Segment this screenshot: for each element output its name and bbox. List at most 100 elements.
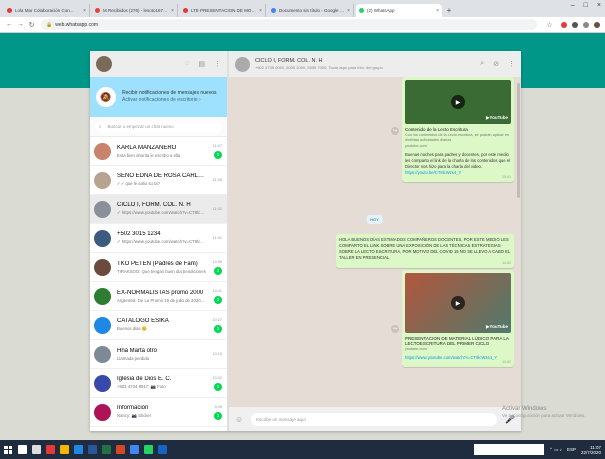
unread-badge: 1 [214, 382, 222, 391]
chat-list-item[interactable]: +502 3015 1234 ✓ https://www.youtube.com/… [90, 224, 227, 253]
avatar[interactable] [94, 229, 111, 247]
browser-tab[interactable]: Lola Mar Colaboración Con... × [4, 4, 90, 17]
chat-list-item[interactable]: KARLA MANZANERO Esta bien ahorita le escr… [90, 137, 227, 166]
avatar[interactable] [94, 316, 111, 334]
close-tab-icon[interactable]: × [83, 8, 86, 14]
message-bubble[interactable]: HOLA BUENOS DÍAS ESTIMADOS COMPAÑEROS DO… [336, 234, 514, 268]
avatar[interactable] [94, 345, 111, 363]
notification-banner[interactable]: 🔕 Recibir notificaciones de mensajes nue… [90, 77, 227, 117]
chat-time: 10:41 [212, 288, 222, 293]
avatar[interactable] [96, 56, 112, 72]
browser-tab[interactable]: Documento sin título - Google Docs × [268, 4, 354, 17]
word-icon[interactable] [88, 445, 97, 454]
menu-icon[interactable]: ⋮ [214, 60, 221, 68]
app-icon[interactable] [74, 445, 83, 454]
chat-list-item[interactable]: Iglesia de Dios E. C. +502 4734 8917: 📷 F… [90, 369, 227, 398]
search-placeholder: Buscar o empezar un chat nuevo [107, 124, 174, 129]
file-explorer-icon[interactable] [60, 445, 69, 454]
message-bubble-card[interactable]: ▶ ▶YouTube Contenido de la Lecto Escritu… [402, 77, 514, 182]
windows-start-icon[interactable] [4, 445, 12, 454]
status-icon[interactable]: ◌ [185, 60, 189, 68]
forward-icon[interactable]: ↪ [391, 325, 399, 333]
menu-icon[interactable]: ⋮ [508, 60, 515, 68]
extension-icon[interactable] [572, 21, 578, 28]
task-view-icon[interactable] [32, 445, 41, 454]
browser-tab[interactable]: LTE PRESENTACION DE MODE... × [180, 4, 266, 17]
chat-list-item[interactable]: Información Nancy: 📷 Sticker 9:49 1 [90, 398, 227, 427]
play-icon: ▶ [451, 296, 465, 310]
back-icon[interactable]: ← [5, 21, 14, 28]
address-bar[interactable]: 🔒 web.whatsapp.com [41, 19, 537, 30]
avatar[interactable] [94, 403, 111, 421]
minimize-button[interactable]: – [571, 2, 575, 9]
language-indicator[interactable]: ESP [567, 447, 576, 452]
close-tab-icon[interactable]: × [436, 8, 439, 14]
bell-off-icon: 🔕 [96, 87, 116, 107]
excel-icon[interactable] [102, 445, 111, 454]
chat-list-item[interactable]: SEÑO EDNA DE ROSA CARLOTA ✓✓ que le salio… [90, 166, 227, 195]
reload-icon[interactable]: ↻ [27, 21, 36, 29]
new-chat-icon[interactable]: ▤ [198, 60, 205, 68]
card-title: PRESENTACION DE MATERIAL LÚDICO PARA LA … [405, 336, 509, 346]
chat-list-item[interactable]: CICLO I, FORM. COL. N. H ✓ https://www.yo… [90, 195, 227, 224]
chat-list-item[interactable]: Hna Marta otro Llamada perdida 10:15 [90, 340, 227, 369]
close-window-button[interactable]: × [597, 2, 601, 9]
chat-name: KARLA MANZANERO [117, 144, 177, 151]
avatar[interactable] [94, 287, 111, 305]
youtube-logo: ▶YouTube [485, 115, 508, 120]
star-icon[interactable]: ☆ [545, 21, 554, 29]
extension-icon[interactable] [561, 21, 567, 28]
chat-list-item[interactable]: TKO PETEN (Padres de Fam) TIRAKSOO: Que t… [90, 253, 227, 282]
search-icon[interactable] [18, 445, 27, 454]
chat-name: +502 3015 1234 [117, 231, 161, 237]
group-avatar[interactable] [235, 56, 250, 72]
message-input[interactable]: Escribe un mensaje aquí [251, 412, 498, 426]
avatar[interactable] [94, 142, 111, 160]
forward-icon[interactable]: → [16, 21, 25, 28]
address-bar-row: ← → ↻ 🔒 web.whatsapp.com ☆ [0, 17, 605, 33]
chat-list-item[interactable]: EX-NORMALISTAS promo 2000 Argentina: De L… [90, 282, 227, 311]
clock[interactable]: 11:07 22/7/2020 [581, 445, 601, 455]
message-bubble-card[interactable]: ▶ ▶YouTube PRESENTACION DE MATERIAL LÚDI… [402, 270, 514, 367]
chat-name: Información [117, 405, 149, 411]
taskbar-search-box[interactable] [474, 444, 545, 455]
app-icon[interactable] [158, 445, 167, 454]
avatar[interactable] [94, 258, 111, 276]
avatar[interactable] [94, 374, 111, 392]
attach-icon[interactable]: ⊘ [493, 60, 499, 68]
chat-name: SEÑO EDNA DE ROSA CARLOTA [117, 173, 208, 179]
avatar[interactable] [94, 200, 111, 218]
close-tab-icon[interactable]: × [259, 8, 262, 14]
chat-last-message: +502 4734 8917: 📷 Foto [117, 384, 166, 389]
browser-tab-active[interactable]: (2) WhatsApp × [356, 4, 442, 17]
whatsapp-icon[interactable] [144, 445, 153, 454]
conversation-header[interactable]: CICLO I, FORM. COL. N. H +502 4735 0000,… [228, 51, 521, 77]
scrollbar[interactable] [517, 83, 520, 198]
avatar[interactable] [94, 171, 111, 189]
new-tab-button[interactable]: + [444, 4, 454, 17]
notification-link[interactable]: Activar notificaciones de escritorio › [122, 97, 217, 104]
search-input[interactable]: ⌕ Buscar o empezar un chat nuevo [95, 120, 222, 133]
message-link[interactable]: https://www.youtube.com/watch?v=CT8lcWzs… [405, 355, 511, 360]
chat-list-item[interactable]: CATALOGO ESIKA Buenos dias 😊 10:27 1 [90, 311, 227, 340]
video-thumbnail[interactable]: ▶ ▶YouTube [405, 80, 511, 124]
close-tab-icon[interactable]: × [347, 8, 350, 14]
close-tab-icon[interactable]: × [171, 8, 174, 14]
powerpoint-icon[interactable] [116, 445, 125, 454]
chat-name: CATALOGO ESIKA [117, 318, 169, 324]
app-icon[interactable] [46, 445, 55, 454]
video-thumbnail[interactable]: ▶ ▶YouTube [405, 273, 511, 333]
chrome-icon[interactable] [130, 445, 139, 454]
search-icon[interactable]: ⌕ [480, 60, 484, 68]
tray-icons[interactable]: ⌃ ▭ ♪ [549, 447, 562, 453]
system-tray: ⌃ ▭ ♪ ESP 11:07 22/7/2020 [474, 444, 605, 455]
maximize-button[interactable]: □ [584, 2, 588, 9]
browser-tab[interactable]: M Recibidos (276) - lesoto1677@g... × [92, 4, 178, 17]
forward-icon[interactable]: ↪ [391, 127, 399, 135]
activation-watermark: Activar Windows Ve a Configuración para … [502, 406, 586, 418]
profile-avatar[interactable] [594, 21, 600, 28]
watermark-title: Activar Windows [502, 406, 547, 412]
emoji-icon[interactable]: ☺ [235, 415, 243, 424]
extension-icon[interactable] [583, 21, 589, 28]
unread-badge: 1 [214, 411, 222, 420]
